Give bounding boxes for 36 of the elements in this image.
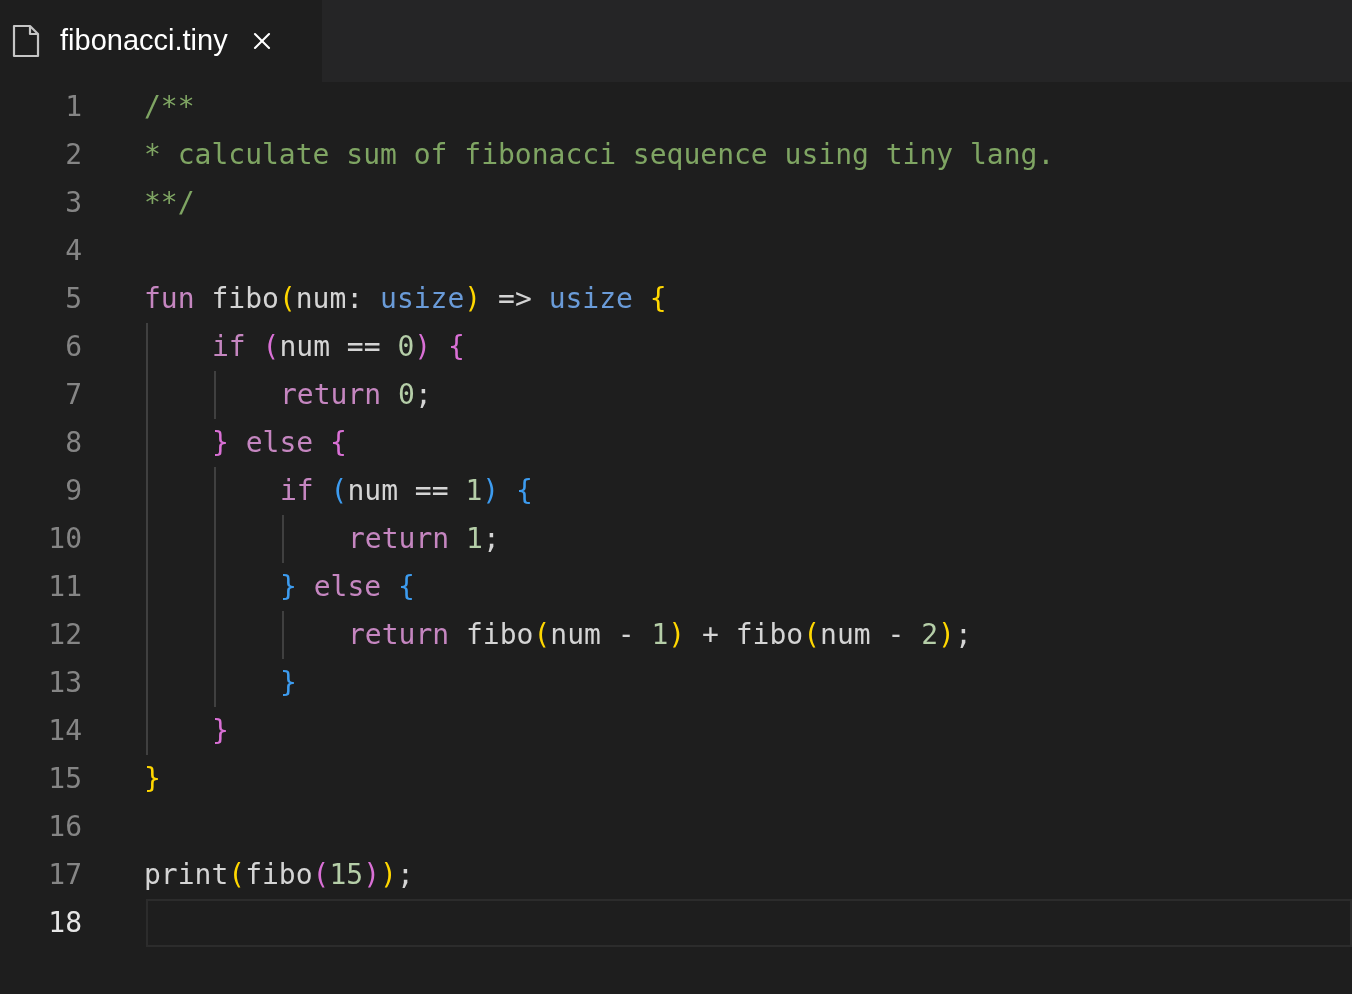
- code-line: print(fibo(15));: [144, 857, 414, 893]
- line-number: 17: [47, 857, 82, 893]
- line-number: 1: [64, 89, 82, 125]
- code-line: if (num == 0) {: [212, 329, 465, 365]
- code-line: if (num == 1) {: [280, 473, 533, 509]
- line-number: 4: [64, 233, 82, 269]
- line-number: 8: [64, 425, 82, 461]
- line-number: 13: [47, 665, 82, 701]
- code-line: }: [280, 665, 297, 701]
- line-number: 15: [47, 761, 82, 797]
- code-line: }: [144, 761, 161, 797]
- code-line: return fibo(num - 1) + fibo(num - 2);: [348, 617, 972, 653]
- code-line: return 1;: [348, 521, 500, 557]
- line-number: 9: [64, 473, 82, 509]
- line-number: 6: [64, 329, 82, 365]
- code-line: return 0;: [280, 377, 432, 413]
- line-number: 2: [64, 137, 82, 173]
- file-icon: [12, 24, 40, 58]
- tab-title: fibonacci.tiny: [60, 23, 228, 59]
- line-number: 18: [47, 905, 82, 941]
- line-number: 5: [64, 281, 82, 317]
- code-line: **/: [144, 185, 195, 221]
- line-number: 3: [64, 185, 82, 221]
- code-line: }: [212, 713, 229, 749]
- code-line: } else {: [280, 569, 415, 605]
- line-number: 14: [47, 713, 82, 749]
- code-line: * calculate sum of fibonacci sequence using tiny lang.: [144, 137, 1055, 173]
- line-number: 16: [47, 809, 82, 845]
- code-line: } else {: [212, 425, 347, 461]
- file-tab[interactable]: fibonacci.tiny: [0, 0, 322, 82]
- line-number: 7: [64, 377, 82, 413]
- code-line: /**: [144, 89, 195, 125]
- code-line: fun fibo(num: usize) => usize {: [144, 281, 667, 317]
- line-number: 11: [47, 569, 82, 605]
- line-number: 12: [47, 617, 82, 653]
- line-number: 10: [47, 521, 82, 557]
